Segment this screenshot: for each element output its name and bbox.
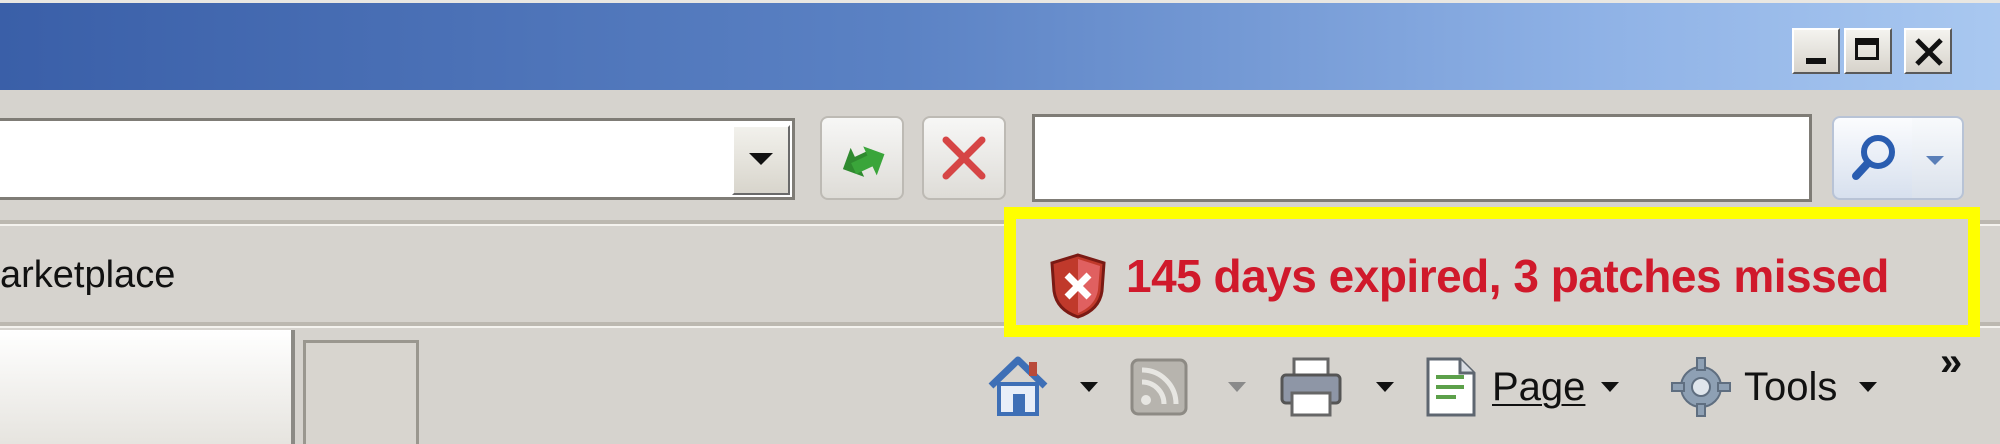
- alert-message: 145 days expired, 3 patches missed: [1126, 250, 1889, 302]
- search-button[interactable]: [1832, 116, 1914, 200]
- address-dropdown-button[interactable]: [732, 125, 790, 195]
- close-button[interactable]: [1904, 28, 1952, 74]
- maximize-button[interactable]: [1844, 28, 1892, 74]
- security-alert[interactable]: 145 days expired, 3 patches missed: [1004, 207, 1980, 337]
- refresh-icon: [842, 146, 885, 177]
- search-icon: [1852, 135, 1895, 180]
- search-options-button[interactable]: [1912, 116, 1964, 200]
- minimize-button[interactable]: [1792, 28, 1840, 74]
- search-field[interactable]: [1032, 114, 1813, 202]
- close-icon: [1915, 38, 1943, 66]
- home-button[interactable]: [985, 354, 1051, 420]
- feeds-dropdown-button[interactable]: [1228, 354, 1246, 420]
- page-menu-button[interactable]: Page: [1424, 354, 1620, 420]
- gear-icon: [1671, 357, 1731, 417]
- tools-menu-label: Tools: [1744, 364, 1838, 409]
- refresh-button[interactable]: [820, 116, 904, 200]
- tools-menu-button[interactable]: Tools: [1670, 354, 1878, 420]
- tab-current[interactable]: [0, 330, 295, 444]
- home-dropdown-button[interactable]: [1080, 354, 1098, 420]
- tab-new[interactable]: [303, 340, 419, 444]
- page-icon: [1426, 357, 1476, 417]
- search-input[interactable]: [1035, 117, 1813, 201]
- home-icon: [988, 356, 1048, 416]
- command-bar: Page Tools »: [0, 330, 2000, 444]
- stop-button[interactable]: [922, 116, 1006, 200]
- page-menu-label: Page: [1492, 364, 1586, 409]
- address-bar[interactable]: [0, 118, 795, 200]
- address-input[interactable]: [0, 121, 724, 199]
- more-commands-button[interactable]: »: [1940, 340, 1962, 385]
- print-button[interactable]: [1278, 354, 1344, 420]
- shield-alert-icon: [1050, 253, 1106, 319]
- print-icon: [1280, 357, 1342, 417]
- title-bar: [0, 0, 2000, 90]
- address-toolbar: [0, 90, 2000, 220]
- print-dropdown-button[interactable]: [1376, 354, 1394, 420]
- rss-feed-icon: [1130, 358, 1188, 416]
- favorites-item-label[interactable]: arketplace: [0, 254, 175, 297]
- stop-icon: [942, 136, 986, 180]
- feeds-button[interactable]: [1130, 354, 1188, 420]
